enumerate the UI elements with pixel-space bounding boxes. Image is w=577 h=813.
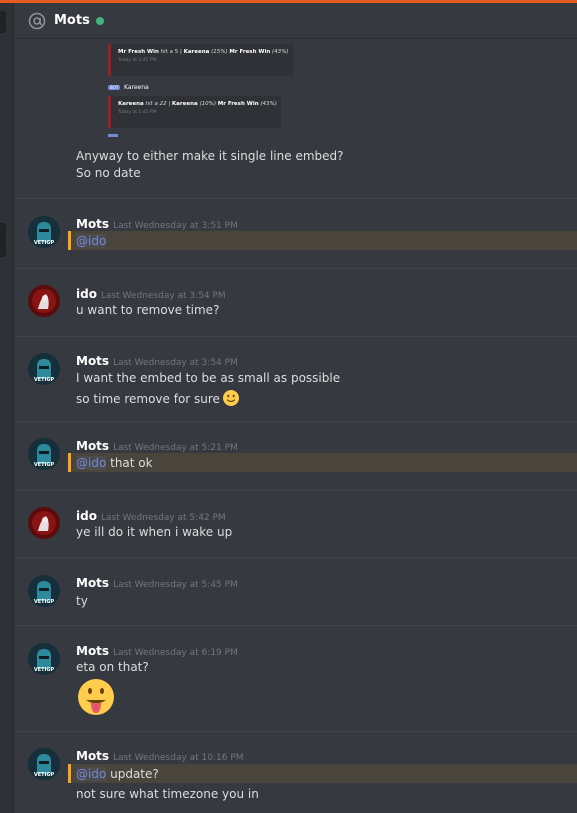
user-mention[interactable]: @ido (76, 456, 107, 470)
message-author[interactable]: Mots Last Wednesday at 3:54 PM (76, 354, 238, 368)
message-text: so time remove for sure (76, 389, 240, 410)
message-timestamp: Last Wednesday at 5:21 PM (113, 443, 238, 453)
avatar[interactable]: VETIGP (28, 216, 60, 248)
message-text: So no date (76, 166, 141, 180)
svg-text:VETIGP: VETIGP (34, 667, 55, 673)
user-mention[interactable]: @ido (76, 767, 107, 781)
embed-card: Kareena hit a 22 | Kareena (10%) Mr Fres… (108, 96, 281, 128)
message-text: @ido update? (76, 767, 159, 781)
sidebar-indicator (0, 223, 6, 257)
user-mention[interactable]: @ido (76, 234, 107, 248)
message-divider (14, 421, 577, 422)
svg-text:VETIGP: VETIGP (34, 240, 55, 246)
message-author[interactable]: Mots Last Wednesday at 3:51 PM (76, 217, 238, 231)
online-status-icon (95, 16, 104, 25)
message-text: not sure what timezone you in (76, 787, 259, 801)
svg-text:VETIGP: VETIGP (34, 772, 55, 778)
avatar[interactable] (28, 507, 60, 539)
svg-text:VETIGP: VETIGP (34, 599, 55, 605)
message-timestamp: Last Wednesday at 3:54 PM (100, 291, 226, 301)
avatar[interactable]: VETIGP (28, 748, 60, 780)
embed-cut-edge (108, 134, 118, 137)
message-divider (14, 625, 577, 626)
message-author[interactable]: Mots Last Wednesday at 6:19 PM (76, 644, 238, 658)
embed-line: Mr Fresh Win hit a 5 | Kareena (15%) Mr … (118, 49, 289, 55)
bot-tag: BOT (108, 85, 121, 90)
message-divider (14, 731, 577, 732)
message-divider (14, 557, 577, 558)
message-timestamp: Last Wednesday at 10:16 PM (113, 753, 244, 763)
tongue-out-face-icon (76, 677, 116, 717)
message-divider (14, 490, 577, 491)
message-author[interactable]: ido Last Wednesday at 3:54 PM (76, 287, 226, 301)
avatar[interactable] (28, 285, 60, 317)
message-author[interactable]: Mots Last Wednesday at 10:16 PM (76, 749, 244, 763)
svg-text:VETIGP: VETIGP (34, 377, 55, 383)
message-author[interactable]: ido Last Wednesday at 5:42 PM (76, 509, 226, 523)
message-text: ye ill do it when i wake up (76, 525, 233, 539)
message-divider (14, 336, 577, 337)
slightly-smiling-face-icon (222, 389, 240, 410)
embed-timestamp: Today at 1:45 PM (118, 58, 157, 63)
message-divider (14, 268, 577, 269)
channel-header: Mots (14, 3, 577, 38)
avatar[interactable]: VETIGP (28, 643, 60, 675)
message-text: I want the embed to be as small as possi… (76, 371, 341, 385)
embed-timestamp: Today at 1:45 PM (118, 110, 157, 115)
svg-text:VETIGP: VETIGP (34, 462, 55, 468)
message-timestamp: Last Wednesday at 6:19 PM (113, 648, 238, 658)
message-text: u want to remove time? (76, 303, 220, 317)
embed-line: Kareena hit a 22 | Kareena (10%) Mr Fres… (118, 101, 277, 107)
embedded-image-preview[interactable]: Mr Fresh Win hit a 5 | Kareena (15%) Mr … (106, 38, 296, 138)
server-sidebar (0, 3, 14, 813)
sidebar-indicator (0, 11, 6, 33)
message-timestamp: Last Wednesday at 3:54 PM (113, 358, 238, 368)
dm-username[interactable]: Mots (54, 13, 90, 28)
message-author[interactable]: Mots Last Wednesday at 5:21 PM (76, 439, 238, 453)
message-author[interactable]: Mots Last Wednesday at 5:45 PM (76, 576, 238, 590)
message-timestamp: Last Wednesday at 5:45 PM (113, 580, 238, 590)
message-text: @ido that ok (76, 456, 153, 470)
at-sign-icon (24, 8, 50, 34)
message-text: eta on that? (76, 660, 149, 674)
message-text: ty (76, 594, 88, 608)
mention-highlight (68, 231, 577, 250)
message-text: Anyway to either make it single line emb… (76, 149, 344, 163)
message-text: @ido (76, 234, 107, 248)
message-timestamp: Last Wednesday at 5:42 PM (100, 513, 226, 523)
message-timestamp: Last Wednesday at 3:51 PM (113, 221, 238, 231)
bot-name: Kareena (124, 84, 149, 91)
avatar[interactable]: VETIGP (28, 438, 60, 470)
avatar[interactable]: VETIGP (28, 353, 60, 385)
avatar[interactable]: VETIGP (28, 575, 60, 607)
message-divider (14, 198, 577, 199)
embed-card: Mr Fresh Win hit a 5 | Kareena (15%) Mr … (108, 44, 293, 76)
